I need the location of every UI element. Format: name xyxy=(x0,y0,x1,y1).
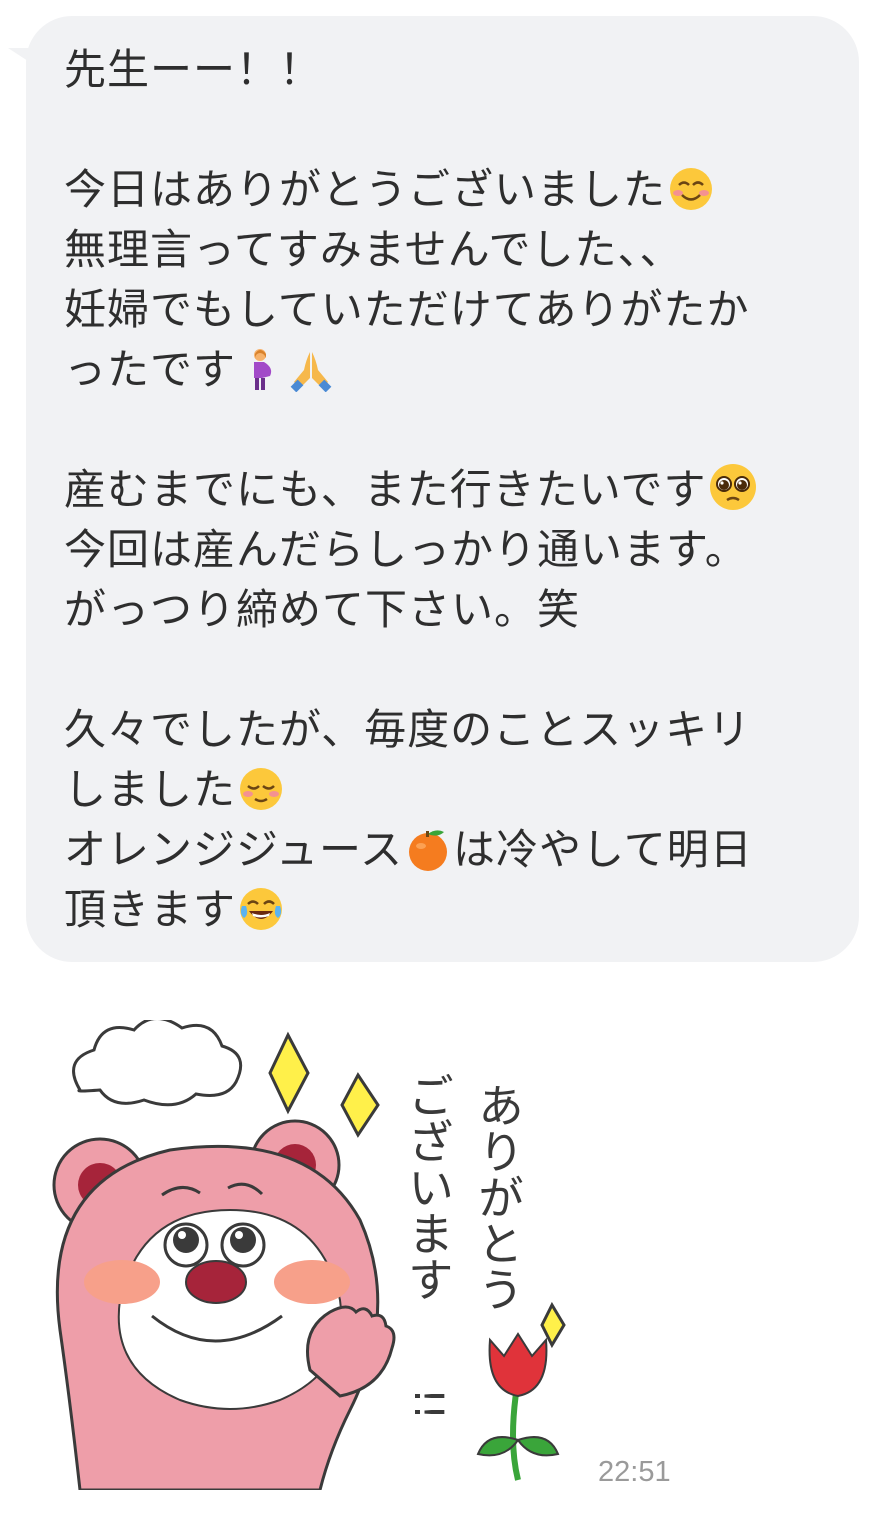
pleading-face-icon xyxy=(708,462,757,510)
message-bubble-container: 先生ーー！！ 今日はありがとうございました 無理言ってすみませんでした、、 妊婦… xyxy=(0,0,875,980)
thank-you-sticker[interactable]: ありがとう ございます !! xyxy=(40,1017,580,1492)
message-timestamp: 22:51 xyxy=(598,1456,671,1488)
smiling-face-with-smiling-eyes-icon xyxy=(668,166,714,212)
message-line: 無理言ってすみませんでした、、 xyxy=(64,225,683,274)
message-line: がっつり締めて下さい。笑 xyxy=(64,585,581,634)
message-line: は冷やして明日 xyxy=(452,825,753,874)
message-line: オレンジジュース xyxy=(64,825,403,874)
message-line: しました xyxy=(64,765,237,814)
message-line: 今日はありがとうございました xyxy=(64,165,667,214)
pink-bear-sticker-icon: ありがとう ございます !! xyxy=(52,1017,566,1492)
message-line: 産むまでにも、また行きたいです xyxy=(64,465,707,514)
relieved-face-icon xyxy=(238,766,284,812)
tears-of-joy-icon xyxy=(238,886,284,932)
message-text: 先生ーー！！ 今日はありがとうございました 無理言ってすみませんでした、、 妊婦… xyxy=(64,40,824,940)
message-line: 久々でしたが、毎度のことスッキリ xyxy=(64,705,752,754)
tangerine-icon xyxy=(405,826,451,872)
message-line: 先生ーー！！ xyxy=(64,45,323,94)
message-line: ったです xyxy=(64,345,237,394)
message-line: 今回は産んだらしっかり通います。 xyxy=(64,525,748,574)
sticker-text-line3: !! xyxy=(405,1388,451,1420)
folded-hands-icon xyxy=(288,346,334,393)
pregnant-woman-icon xyxy=(238,346,284,392)
sticker-text-line1: ありがとう xyxy=(471,1082,525,1312)
message-line: 妊婦でもしていただけてありがたか xyxy=(64,285,750,334)
sticker-text-line2: ございます xyxy=(401,1072,455,1302)
message-line: 頂きます xyxy=(64,885,237,934)
